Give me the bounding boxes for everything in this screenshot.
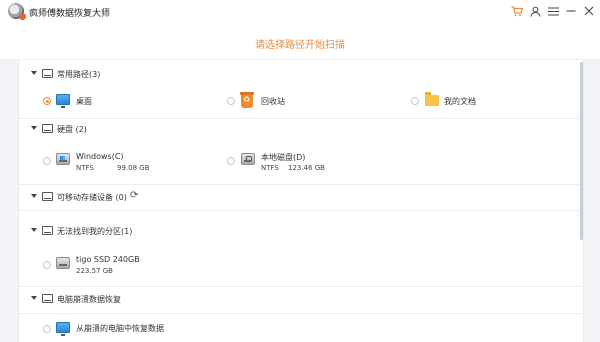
- computer-icon: [56, 322, 70, 336]
- drive-outline-icon: [42, 226, 53, 235]
- scan-path-prompt: 请选择路径开始扫描: [255, 40, 345, 51]
- item-recycle-bin-label[interactable]: 回收站: [261, 96, 285, 107]
- drive-size: 99.08 GB: [117, 164, 150, 172]
- section-common-paths[interactable]: 常用路径(3): [19, 63, 581, 85]
- path-selection-panel: 常用路径(3) 桌面 回收站 我的文档 硬盘 (2) Windows(C) NT…: [18, 60, 584, 342]
- close-icon[interactable]: [581, 3, 597, 19]
- refresh-icon[interactable]: ⟳: [130, 191, 138, 201]
- section-lost-partition[interactable]: 无法找到我的分区(1): [19, 220, 581, 242]
- desktop-icon: [56, 94, 70, 108]
- collapse-caret-icon[interactable]: [31, 126, 37, 130]
- section-label: 无法找到我的分区(1): [57, 227, 133, 236]
- drive-outline-icon: [42, 294, 53, 303]
- divider: [19, 313, 581, 314]
- radio-tigo-ssd[interactable]: [43, 261, 51, 269]
- drive-size: 123.46 GB: [288, 164, 325, 172]
- item-desktop-label[interactable]: 桌面: [76, 96, 92, 107]
- drive-filesystem: NTFS: [76, 164, 94, 172]
- radio-desktop[interactable]: [43, 97, 51, 105]
- user-icon[interactable]: [527, 3, 543, 19]
- radio-recycle-bin[interactable]: [227, 97, 235, 105]
- radio-my-documents[interactable]: [411, 97, 419, 105]
- radio-drive-c[interactable]: [43, 157, 51, 165]
- collapse-caret-icon[interactable]: [31, 228, 37, 232]
- cart-icon[interactable]: [509, 3, 525, 19]
- drive-outline-icon: [42, 192, 53, 201]
- radio-crash-recovery[interactable]: [43, 325, 51, 333]
- divider: [19, 210, 581, 211]
- divider: [19, 184, 581, 185]
- collapse-caret-icon[interactable]: [31, 71, 37, 75]
- app-logo-icon: [8, 3, 26, 20]
- windows-drive-icon: [56, 153, 70, 165]
- minimize-icon[interactable]: [563, 3, 579, 19]
- drive-name[interactable]: Windows(C): [76, 152, 124, 161]
- item-crash-recovery-label[interactable]: 从崩溃的电脑中恢复数据: [76, 323, 164, 334]
- item-my-documents-label[interactable]: 我的文档: [444, 96, 476, 107]
- drive-size: 223.57 GB: [76, 267, 113, 275]
- recycle-bin-icon: [240, 92, 254, 108]
- section-crash-recovery[interactable]: 电脑崩溃数据恢复: [19, 288, 581, 310]
- section-label: 电脑崩溃数据恢复: [57, 295, 121, 304]
- drive-outline-icon: [42, 69, 53, 78]
- drive-filesystem: NTFS: [261, 164, 279, 172]
- section-label: 硬盘 (2): [57, 125, 87, 134]
- menu-icon[interactable]: [545, 3, 561, 19]
- folder-icon: [425, 92, 439, 106]
- section-removable-storage[interactable]: 可移动存储设备 (0) ⟳: [19, 186, 581, 208]
- collapse-caret-icon[interactable]: [31, 194, 37, 198]
- local-drive-icon: [241, 153, 255, 165]
- app-title: 疯师傅数据恢复大师: [29, 9, 111, 19]
- vertical-scrollbar[interactable]: [580, 62, 583, 240]
- drive-outline-icon: [42, 124, 53, 133]
- title-bar: 疯师傅数据恢复大师: [0, 0, 600, 22]
- section-label: 常用路径(3): [57, 70, 101, 79]
- prompt-bar: 请选择路径开始扫描: [0, 22, 600, 60]
- drive-name[interactable]: tigo SSD 240GB: [76, 255, 140, 264]
- section-label: 可移动存储设备 (0): [57, 193, 127, 202]
- collapse-caret-icon[interactable]: [31, 296, 37, 300]
- ssd-drive-icon: [56, 257, 70, 269]
- drive-name[interactable]: 本地磁盘(D): [261, 152, 305, 163]
- section-hard-disk[interactable]: 硬盘 (2): [19, 118, 581, 140]
- divider: [19, 286, 581, 287]
- radio-drive-d[interactable]: [227, 157, 235, 165]
